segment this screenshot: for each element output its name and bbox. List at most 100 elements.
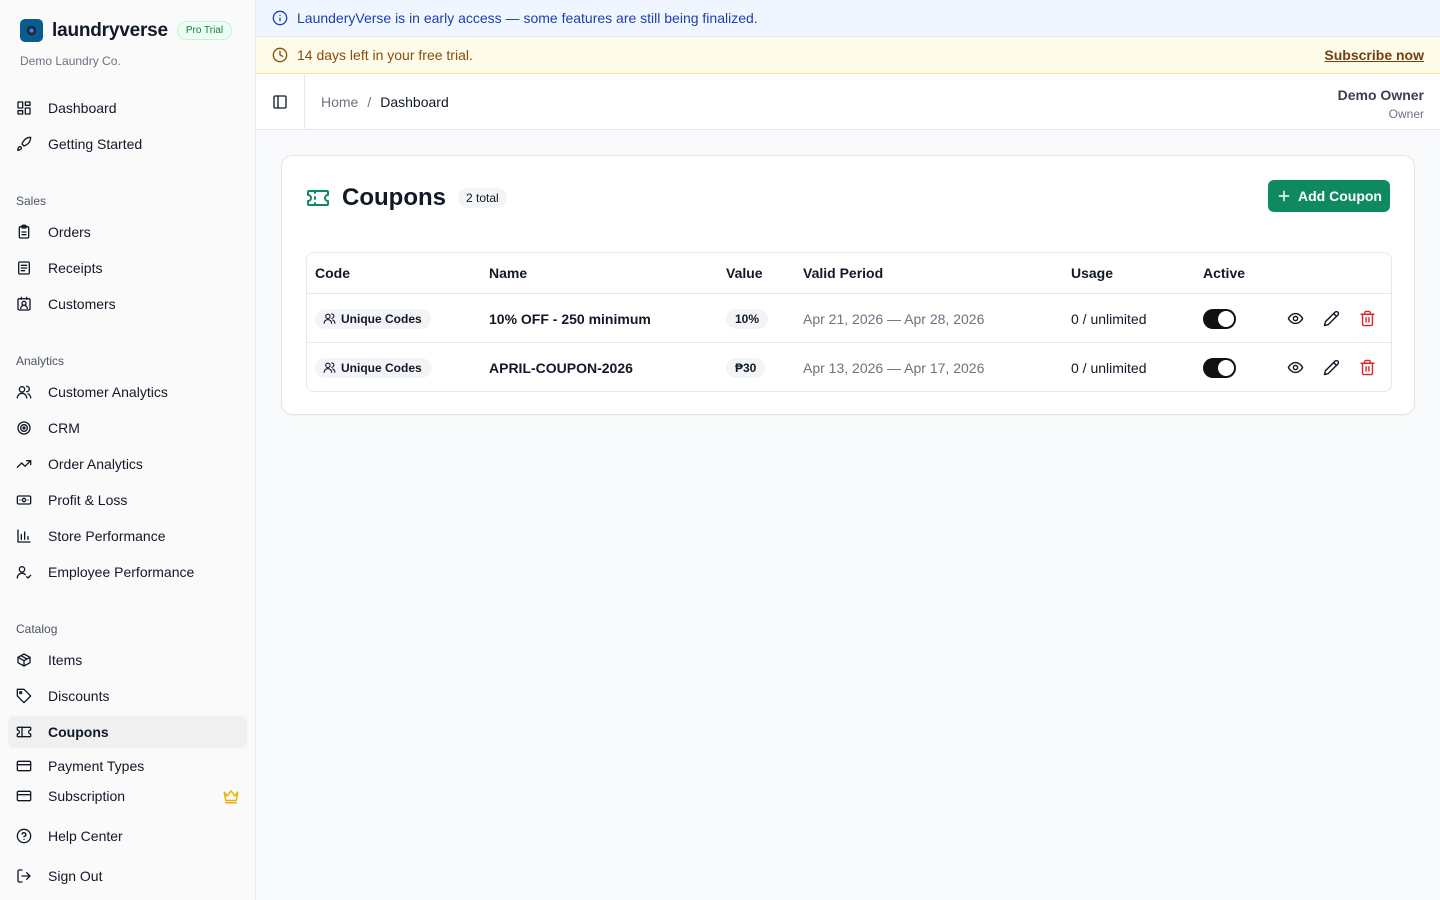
- receipt-icon: [18, 261, 30, 275]
- trash-icon: [1359, 310, 1375, 327]
- user-menu[interactable]: Demo Owner Owner: [1338, 87, 1424, 121]
- usage-cell: 0 / unlimited: [1071, 294, 1146, 343]
- info-icon: [272, 10, 288, 26]
- name-cell: 10% OFF - 250 minimum: [489, 294, 651, 343]
- sidebar-item-label: Getting Started: [48, 136, 143, 152]
- value-cell: ₱30: [726, 343, 766, 391]
- sidebar-item-getting-started[interactable]: Getting Started: [8, 128, 247, 160]
- sidebar-item-subscription[interactable]: Subscription: [8, 780, 247, 812]
- sidebar-item-employee-performance[interactable]: Employee Performance: [8, 556, 247, 588]
- coupon-name: 10% OFF - 250 minimum: [489, 310, 651, 327]
- sidebar-item-payment-types[interactable]: Payment Types: [8, 758, 247, 776]
- view-button[interactable]: [1286, 359, 1304, 377]
- sidebar-item-label: CRM: [48, 420, 80, 436]
- trash-icon: [1359, 359, 1375, 376]
- trial-text: 14 days left in your free trial.: [297, 47, 473, 63]
- sidebar-item-order-analytics[interactable]: Order Analytics: [8, 448, 247, 480]
- bar-chart-icon: [17, 529, 31, 543]
- sidebar-toggle-button[interactable]: [256, 74, 305, 130]
- card-header: Coupons 2 total: [306, 184, 507, 212]
- clipboard-icon: [18, 224, 30, 239]
- sidebar-item-profit-loss[interactable]: Profit & Loss: [8, 484, 247, 516]
- usage-cell: 0 / unlimited: [1071, 343, 1146, 391]
- row-actions: [1286, 294, 1391, 343]
- rocket-icon: [17, 136, 32, 151]
- valid-period: Apr 21, 2026 — Apr 28, 2026: [803, 310, 985, 327]
- users-icon: [323, 313, 336, 324]
- code-cell: Unique Codes: [315, 294, 431, 343]
- active-toggle[interactable]: [1203, 308, 1236, 329]
- table-row: Unique Codes 10% OFF - 250 minimum 10% A…: [307, 294, 1391, 343]
- sidebar-item-receipts[interactable]: Receipts: [8, 252, 247, 284]
- user-role: Owner: [1388, 107, 1424, 121]
- help-circle-icon: [16, 828, 32, 844]
- sidebar-item-label: Sign Out: [48, 868, 103, 884]
- add-coupon-label: Add Coupon: [1298, 188, 1382, 204]
- sidebar-item-store-performance[interactable]: Store Performance: [8, 520, 247, 552]
- user-name: Demo Owner: [1337, 87, 1424, 103]
- column-valid-period: Valid Period: [803, 265, 884, 281]
- subscribe-link[interactable]: Subscribe now: [1324, 47, 1424, 63]
- edit-button[interactable]: [1322, 310, 1340, 328]
- view-button[interactable]: [1286, 310, 1304, 328]
- sidebar-item-help-center[interactable]: Help Center: [8, 820, 247, 852]
- edit-button[interactable]: [1322, 359, 1340, 377]
- sidebar-item-label: Items: [48, 652, 83, 668]
- ticket-icon: [307, 190, 329, 206]
- code-type-badge: Unique Codes: [315, 357, 431, 378]
- sidebar-section-analytics: Analytics: [16, 354, 65, 368]
- total-count-badge: 2 total: [457, 188, 507, 208]
- brand[interactable]: laundryverse Pro Trial: [20, 19, 233, 42]
- layout-grid-icon: [17, 101, 31, 115]
- banknote-icon: [16, 495, 32, 505]
- delete-button[interactable]: [1358, 359, 1376, 377]
- pencil-icon: [1323, 310, 1339, 327]
- sidebar-item-label: Help Center: [48, 828, 123, 844]
- pencil-icon: [1323, 359, 1339, 376]
- usage-count: 0 / unlimited: [1071, 310, 1147, 327]
- sidebar-item-dashboard[interactable]: Dashboard: [8, 92, 247, 124]
- code-cell: Unique Codes: [315, 343, 431, 391]
- code-type-badge: Unique Codes: [315, 308, 431, 329]
- ticket-icon: [16, 726, 32, 738]
- page-title: Coupons: [342, 184, 446, 211]
- column-code: Code: [315, 265, 350, 281]
- sidebar-section-catalog: Catalog: [16, 622, 58, 636]
- credit-card-icon: [16, 760, 32, 772]
- package-icon: [17, 653, 31, 667]
- sidebar-item-label: Order Analytics: [48, 456, 143, 472]
- sidebar-item-sign-out[interactable]: Sign Out: [8, 860, 247, 892]
- sidebar-item-label: Payment Types: [48, 758, 145, 774]
- sidebar-item-items[interactable]: Items: [8, 644, 247, 676]
- sidebar-item-label: Customer Analytics: [48, 384, 168, 400]
- sidebar-section-sales: Sales: [16, 194, 47, 208]
- top-bar: Home / Dashboard Demo Owner Owner: [256, 74, 1440, 130]
- sidebar-item-label: Discounts: [48, 688, 110, 704]
- early-access-text: LaunderyVerse is in early access — some …: [297, 10, 758, 26]
- active-toggle[interactable]: [1203, 357, 1236, 378]
- period-cell: Apr 21, 2026 — Apr 28, 2026: [803, 294, 984, 343]
- breadcrumb-separator: /: [367, 94, 372, 110]
- contact-icon: [17, 296, 31, 311]
- sidebar-item-orders[interactable]: Orders: [8, 216, 247, 248]
- coupon-value-badge: ₱30: [726, 357, 766, 378]
- early-access-banner: LaunderyVerse is in early access — some …: [256, 0, 1440, 37]
- sidebar-item-label: Store Performance: [48, 528, 166, 544]
- sidebar-item-label: Dashboard: [48, 100, 117, 116]
- coupons-table: Code Name Value Valid Period Usage Activ…: [306, 252, 1392, 392]
- sidebar-item-customer-analytics[interactable]: Customer Analytics: [8, 376, 247, 408]
- sidebar-item-coupons[interactable]: Coupons: [8, 716, 247, 748]
- sidebar-scroll-clip: Payment Types: [0, 758, 255, 776]
- row-actions: [1286, 343, 1391, 391]
- plan-badge: Pro Trial: [176, 21, 233, 40]
- breadcrumb-home[interactable]: Home: [321, 94, 358, 110]
- table-row: Unique Codes APRIL-COUPON-2026 ₱30 Apr 1…: [307, 343, 1391, 391]
- active-cell: [1203, 343, 1236, 391]
- brand-logo-icon: [20, 19, 43, 42]
- delete-button[interactable]: [1358, 310, 1376, 328]
- trial-banner: 14 days left in your free trial. Subscri…: [256, 37, 1440, 74]
- sidebar-item-customers[interactable]: Customers: [8, 288, 247, 320]
- sidebar-item-discounts[interactable]: Discounts: [8, 680, 247, 712]
- add-coupon-button[interactable]: Add Coupon: [1268, 180, 1390, 212]
- sidebar-item-crm[interactable]: CRM: [8, 412, 247, 444]
